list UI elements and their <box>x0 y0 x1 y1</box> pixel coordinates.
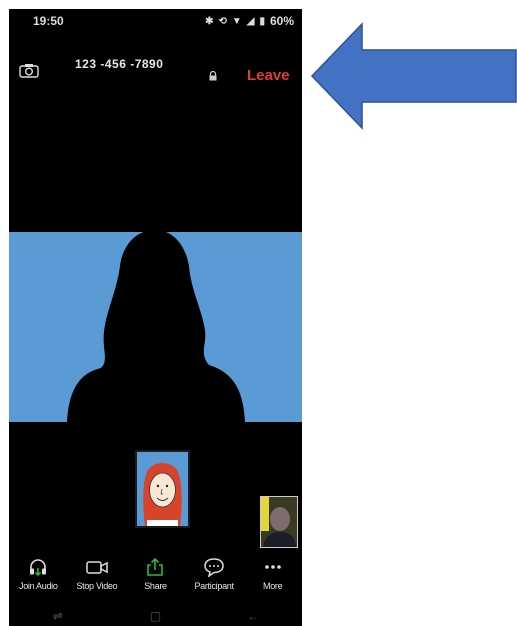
lock-icon <box>209 71 217 81</box>
join-audio-button[interactable]: Join Audio <box>9 557 68 597</box>
main-video-feed <box>9 232 302 422</box>
meeting-id: 123 -456 -7890 <box>75 57 164 71</box>
share-icon <box>147 557 164 576</box>
participant-silhouette <box>67 232 245 422</box>
other-participant-thumbnail[interactable] <box>260 496 298 548</box>
wifi-icon: ▼ <box>231 15 242 27</box>
recent-apps-icon[interactable]: ⇌ <box>38 609 78 623</box>
status-bar: 19:50 ✱ ⟲ ▼ ◢ ▮ 60% <box>9 9 302 35</box>
participant-photo <box>261 497 297 547</box>
camera-flip-icon[interactable] <box>19 63 39 78</box>
annotation-arrow-icon <box>310 22 517 130</box>
signal-icon: ◢ <box>246 15 255 27</box>
leave-button[interactable]: Leave <box>247 67 290 84</box>
more-icon <box>264 565 281 569</box>
phone-screen: 19:50 ✱ ⟲ ▼ ◢ ▮ 60% 123 -456 -7890 Leave <box>9 9 302 626</box>
back-icon[interactable]: ← <box>233 609 273 623</box>
status-icons: ✱ ⟲ ▼ ◢ ▮ 60% <box>205 14 294 28</box>
meeting-top-bar: 123 -456 -7890 Leave <box>9 53 302 89</box>
bluetooth-icon: ✱ <box>205 15 214 27</box>
self-video-thumbnail[interactable] <box>135 450 190 528</box>
participant-button[interactable]: Participant <box>185 557 244 597</box>
more-label: More <box>263 581 283 591</box>
share-button[interactable]: Share <box>126 557 185 597</box>
video-camera-icon <box>86 561 108 574</box>
battery-percent: 60% <box>269 14 294 28</box>
cartoon-avatar <box>137 452 188 526</box>
chat-bubble-icon <box>204 558 224 577</box>
sync-icon: ⟲ <box>218 15 227 27</box>
headphones-icon <box>30 559 47 577</box>
home-icon[interactable]: ▢ <box>135 609 175 623</box>
stop-video-button[interactable]: Stop Video <box>68 557 127 597</box>
status-time: 19:50 <box>33 14 64 28</box>
battery-icon: ▮ <box>259 15 265 27</box>
android-nav-bar: ⇌ ▢ ← <box>9 606 302 626</box>
share-label: Share <box>144 581 167 591</box>
participant-label: Participant <box>194 581 234 591</box>
stop-video-label: Stop Video <box>76 581 118 591</box>
meeting-toolbar: Join Audio Stop Video Share Participant … <box>9 557 302 597</box>
more-button[interactable]: More <box>243 557 302 597</box>
join-audio-label: Join Audio <box>19 581 58 591</box>
